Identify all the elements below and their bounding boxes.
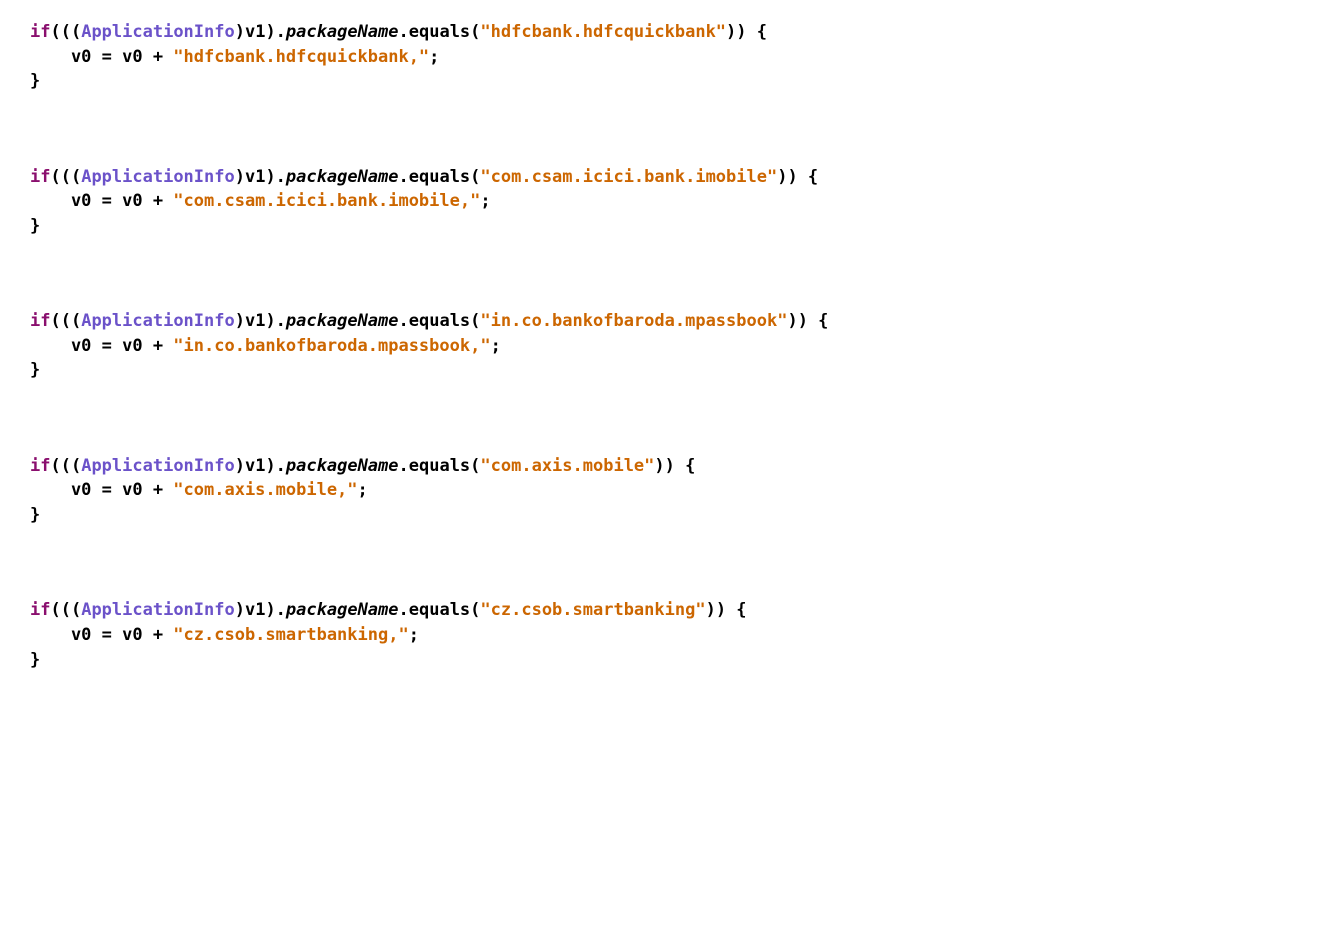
string-literal: "in.co.bankofbaroda.mpassbook" [480, 311, 787, 331]
code-line: if(((ApplicationInfo)v1).packageName.equ… [30, 600, 747, 620]
string-literal: "cz.csob.smartbanking" [480, 600, 705, 620]
code-line: if(((ApplicationInfo)v1).packageName.equ… [30, 22, 767, 42]
type-name: ApplicationInfo [81, 167, 235, 187]
string-literal: "com.axis.mobile" [480, 456, 654, 476]
code-line: v0 = v0 + "com.csam.icici.bank.imobile,"… [30, 191, 491, 211]
string-literal: "in.co.bankofbaroda.mpassbook," [173, 336, 490, 356]
code-line: v0 = v0 + "hdfcbank.hdfcquickbank,"; [30, 47, 439, 67]
code-line: if(((ApplicationInfo)v1).packageName.equ… [30, 167, 818, 187]
code-line: } [30, 650, 40, 670]
code-line: v0 = v0 + "in.co.bankofbaroda.mpassbook,… [30, 336, 501, 356]
keyword-if: if [30, 456, 50, 476]
keyword-if: if [30, 22, 50, 42]
code-snippet: if(((ApplicationInfo)v1).packageName.equ… [30, 20, 1310, 672]
keyword-if: if [30, 600, 50, 620]
blank-line [30, 383, 1310, 429]
string-literal: "com.csam.icici.bank.imobile," [173, 191, 480, 211]
string-literal: "cz.csob.smartbanking," [173, 625, 408, 645]
type-name: ApplicationInfo [81, 600, 235, 620]
field-name: packageName [286, 600, 399, 620]
blank-line [30, 94, 1310, 140]
code-line: v0 = v0 + "cz.csob.smartbanking,"; [30, 625, 419, 645]
code-line: } [30, 216, 40, 236]
code-line: v0 = v0 + "com.axis.mobile,"; [30, 480, 368, 500]
code-line: } [30, 360, 40, 380]
code-line: } [30, 71, 40, 91]
string-literal: "com.csam.icici.bank.imobile" [480, 167, 777, 187]
type-name: ApplicationInfo [81, 22, 235, 42]
field-name: packageName [286, 311, 399, 331]
field-name: packageName [286, 167, 399, 187]
field-name: packageName [286, 456, 399, 476]
type-name: ApplicationInfo [81, 456, 235, 476]
code-line: if(((ApplicationInfo)v1).packageName.equ… [30, 456, 695, 476]
string-literal: "hdfcbank.hdfcquickbank" [480, 22, 726, 42]
blank-line [30, 238, 1310, 284]
field-name: packageName [286, 22, 399, 42]
keyword-if: if [30, 167, 50, 187]
string-literal: "hdfcbank.hdfcquickbank," [173, 47, 429, 67]
blank-line [30, 528, 1310, 574]
code-line: } [30, 505, 40, 525]
string-literal: "com.axis.mobile," [173, 480, 357, 500]
code-line: if(((ApplicationInfo)v1).packageName.equ… [30, 311, 828, 331]
type-name: ApplicationInfo [81, 311, 235, 331]
keyword-if: if [30, 311, 50, 331]
